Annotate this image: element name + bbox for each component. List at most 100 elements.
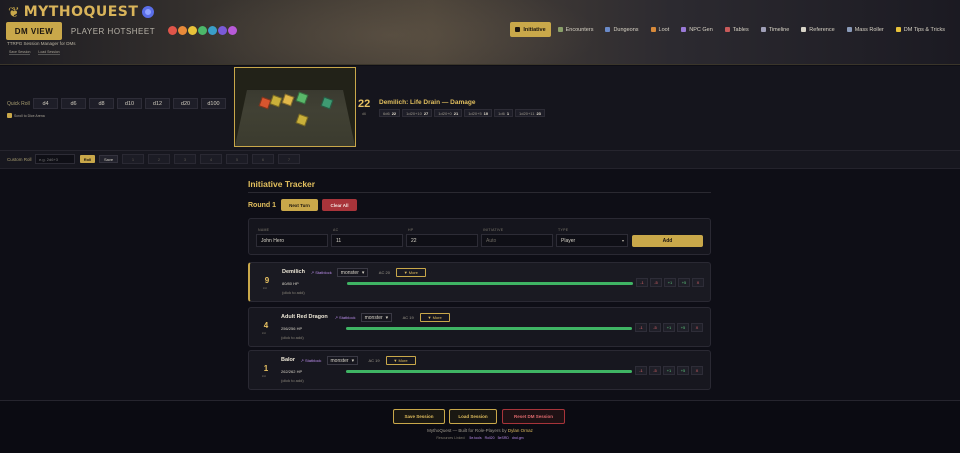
theme-swatch[interactable] [198,26,207,35]
dice-button-d10[interactable]: d10 [117,98,142,109]
combatant-type-select[interactable]: monster ▾ [336,268,369,277]
theme-swatch[interactable] [178,26,187,35]
remove-combatant-button[interactable]: X [692,278,704,287]
heal-button[interactable]: +5 [677,323,689,332]
click-to-add-hint[interactable]: (click to add) [281,335,304,340]
more-button[interactable]: ▼ More [395,268,426,277]
theme-swatch[interactable] [218,26,227,35]
saved-roll-slot[interactable]: 3 [174,154,196,164]
damage-button[interactable]: -1 [635,323,647,332]
theme-swatch[interactable] [228,26,237,35]
custom-roll-button[interactable]: Roll [80,155,95,163]
custom-roll-input[interactable] [35,154,75,164]
initiative-field[interactable]: Auto [481,234,553,247]
dice-button-d6[interactable]: d6 [61,98,86,109]
ac-field[interactable]: 11 [331,234,403,247]
click-to-add-hint[interactable]: (click to add) [282,290,305,295]
damage-button[interactable]: -5 [649,323,661,332]
saved-roll-slot[interactable]: 6 [252,154,274,164]
heal-button[interactable]: +5 [677,366,689,375]
dice-button-d100[interactable]: d100 [201,98,226,109]
dice-arena[interactable] [234,67,356,147]
roll-history-chip[interactable]: 1d6 1 [494,109,514,117]
nav-tab-tables[interactable]: Tables [720,22,754,37]
nav-tab-mass-roller[interactable]: Mass Roller [842,22,889,37]
heal-button[interactable]: +1 [663,366,675,375]
saved-roll-slot[interactable]: 1 [122,154,144,164]
combatant-card[interactable]: 4 init Adult Red Dragon ↗ Statblock monster ▾… [248,307,711,347]
type-select[interactable]: Player ▾ [556,234,628,247]
round-label: Round 1 [248,202,276,209]
combatant-card[interactable]: 9 init Demilich ↗ Statblock monster ▾ AC 20 ▼ M… [248,262,711,302]
hp-field[interactable]: 22 [406,234,478,247]
roll-result-total: 22 [358,98,371,110]
hp-text: 256/256 HP [281,326,303,331]
dice-button-d8[interactable]: d8 [89,98,114,109]
roll-history-chip[interactable]: 6d6 22 [379,109,401,117]
more-button[interactable]: ▼ More [385,356,416,365]
treasure-icon [650,27,656,32]
heal-button[interactable]: +5 [678,278,690,287]
custom-save-button[interactable]: Save [99,155,118,163]
divider [248,192,711,193]
statblock-link[interactable]: ↗ Statblock [335,315,356,320]
remove-combatant-button[interactable]: X [691,323,703,332]
statblock-link[interactable]: ↗ Statblock [311,270,332,275]
roll-history-chip[interactable]: 1d20+0 21 [434,109,463,117]
click-to-add-hint[interactable]: (click to add) [281,378,304,383]
credit-author-link[interactable]: Dylan Ornaz [508,428,533,433]
nav-tab-dungeons[interactable]: Dungeons [600,22,643,37]
saved-roll-slot[interactable]: 5 [226,154,248,164]
heal-button[interactable]: +1 [663,323,675,332]
nav-tab-npc-gen[interactable]: NPC Gen [676,22,718,37]
next-turn-button[interactable]: Next Turn [281,199,318,211]
damage-button[interactable]: -5 [650,278,662,287]
checkbox-icon[interactable] [7,113,12,118]
nav-tab-reference[interactable]: Reference [796,22,839,37]
remove-combatant-button[interactable]: X [691,366,703,375]
damage-button[interactable]: -5 [649,366,661,375]
resource-link[interactable]: Roll20 [485,436,495,440]
nav-tab-dm-tips-tricks[interactable]: DM Tips & Tricks [891,22,950,37]
nav-tab-encounters[interactable]: Encounters [553,22,599,37]
roll-history-chip[interactable]: 1d20+10 27 [402,109,433,117]
theme-swatch[interactable] [208,26,217,35]
dice-button-d12[interactable]: d12 [145,98,170,109]
theme-swatch[interactable] [188,26,197,35]
add-combatant-button[interactable]: Add [632,235,703,247]
reset-session-button[interactable]: Reset DM Session [502,409,565,424]
mini-load-session-link[interactable]: Load Session [38,50,60,55]
load-session-button[interactable]: Load Session [449,409,497,424]
mini-save-session-link[interactable]: Save Session [9,50,31,55]
nav-tab-initiative[interactable]: Initiative [510,22,551,37]
more-button[interactable]: ▼ More [419,313,450,322]
clear-all-button[interactable]: Clear All [322,199,357,211]
resource-link[interactable]: 5eSRD [498,436,509,440]
dice-button-d20[interactable]: d20 [173,98,198,109]
combatant-card[interactable]: 1 init Balor ↗ Statblock monster ▾ AC 19 ▼ More… [248,350,711,390]
nav-tab-loot[interactable]: Loot [646,22,675,37]
heal-button[interactable]: +1 [664,278,676,287]
theme-swatch[interactable] [168,26,177,35]
nav-tab-timeline[interactable]: Timeline [756,22,795,37]
name-field[interactable]: John Hero [256,234,328,247]
saved-roll-slot[interactable]: 7 [278,154,300,164]
damage-button[interactable]: -1 [636,278,648,287]
roll-history-chip[interactable]: 1d20+11 23 [515,109,545,117]
nav-tab-label: Mass Roller [854,26,884,33]
roll-history-chip[interactable]: 1d20+5 10 [464,109,493,117]
resource-link[interactable]: dnd.gm [512,436,524,440]
saved-roll-slot[interactable]: 2 [148,154,170,164]
dm-view-tab[interactable]: DM VIEW [6,22,62,40]
saved-roll-slot[interactable]: 4 [200,154,222,164]
player-hotsheet-tab[interactable]: PLAYER HOTSHEET [70,22,156,40]
statblock-link[interactable]: ↗ Statblock [301,358,322,363]
damage-button[interactable]: -1 [635,366,647,375]
scroll-to-dice-checkbox[interactable]: Scroll to Dice Arena [7,113,45,118]
dice-button-d4[interactable]: d4 [33,98,58,109]
save-session-button[interactable]: Save Session [393,409,445,424]
tagline: TTRPG Session Manager for DMs [7,41,76,46]
resource-link[interactable]: 5e.tools [469,436,481,440]
combatant-type-select[interactable]: monster ▾ [360,313,393,322]
combatant-type-select[interactable]: monster ▾ [326,356,359,365]
